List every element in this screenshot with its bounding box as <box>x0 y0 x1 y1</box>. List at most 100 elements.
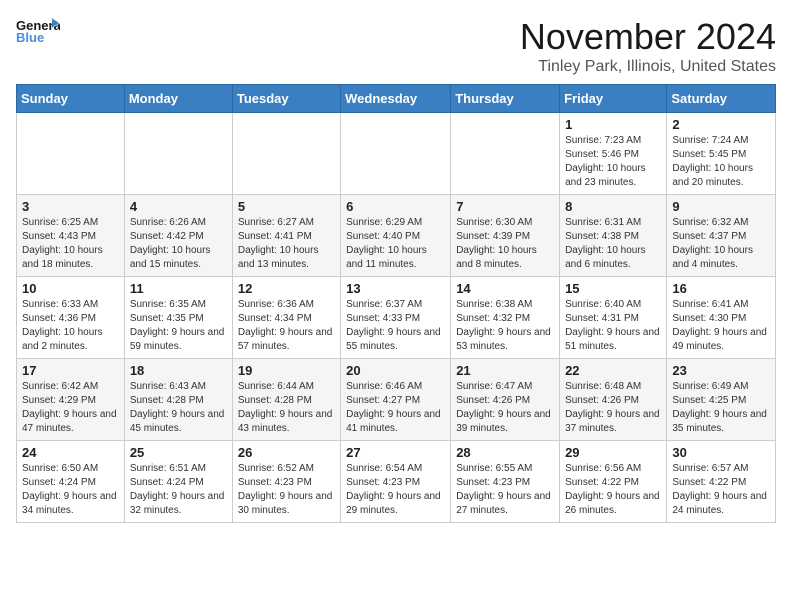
calendar-cell: 3 Sunrise: 6:25 AM Sunset: 4:43 PM Daylig… <box>17 195 125 277</box>
calendar-cell: 23 Sunrise: 6:49 AM Sunset: 4:25 PM Dayli… <box>667 359 776 441</box>
calendar-cell: 16 Sunrise: 6:41 AM Sunset: 4:30 PM Dayli… <box>667 277 776 359</box>
calendar-week-3: 10Sunrise: 6:33 AM Sunset: 4:36 PM Dayli… <box>17 277 776 359</box>
day-info: Sunrise: 6:35 AM Sunset: 4:35 PM Dayligh… <box>130 298 227 354</box>
day-info: Sunrise: 6:41 AM Sunset: 4:30 PM Dayligh… <box>672 298 770 354</box>
calendar-cell: 20 Sunrise: 6:46 AM Sunset: 4:27 PM Dayli… <box>341 359 451 441</box>
weekday-header-row: SundayMondayTuesdayWednesdayThursdayFrid… <box>17 85 776 113</box>
calendar-cell: 4 Sunrise: 6:26 AM Sunset: 4:42 PM Daylig… <box>124 195 232 277</box>
day-info: Sunrise: 6:42 AM Sunset: 4:29 PM Dayligh… <box>22 380 119 436</box>
day-info: Sunrise: 6:46 AM Sunset: 4:27 PM Dayligh… <box>346 380 445 436</box>
day-number: 13 <box>346 281 445 296</box>
calendar-cell: 26Sunrise: 6:52 AM Sunset: 4:23 PM Dayli… <box>232 441 340 523</box>
calendar-cell <box>232 113 340 195</box>
weekday-header-friday: Friday <box>560 85 667 113</box>
calendar-cell <box>17 113 125 195</box>
weekday-header-thursday: Thursday <box>451 85 560 113</box>
day-number: 16 <box>672 281 770 296</box>
day-number: 22 <box>565 363 661 378</box>
calendar-cell: 7Sunrise: 6:30 AM Sunset: 4:39 PM Daylig… <box>451 195 560 277</box>
day-number: 30 <box>672 445 770 460</box>
calendar-cell: 12Sunrise: 6:36 AM Sunset: 4:34 PM Dayli… <box>232 277 340 359</box>
day-info: Sunrise: 6:47 AM Sunset: 4:26 PM Dayligh… <box>456 380 554 436</box>
day-info: Sunrise: 6:50 AM Sunset: 4:24 PM Dayligh… <box>22 462 119 518</box>
day-info: Sunrise: 6:27 AM Sunset: 4:41 PM Dayligh… <box>238 216 335 272</box>
calendar-cell: 21Sunrise: 6:47 AM Sunset: 4:26 PM Dayli… <box>451 359 560 441</box>
day-number: 17 <box>22 363 119 378</box>
day-number: 2 <box>672 117 770 132</box>
day-number: 7 <box>456 199 554 214</box>
calendar-week-2: 3 Sunrise: 6:25 AM Sunset: 4:43 PM Daylig… <box>17 195 776 277</box>
calendar-cell: 25 Sunrise: 6:51 AM Sunset: 4:24 PM Dayli… <box>124 441 232 523</box>
calendar-cell: 17 Sunrise: 6:42 AM Sunset: 4:29 PM Dayli… <box>17 359 125 441</box>
weekday-header-wednesday: Wednesday <box>341 85 451 113</box>
day-info: Sunrise: 6:48 AM Sunset: 4:26 PM Dayligh… <box>565 380 661 436</box>
calendar-cell: 8Sunrise: 6:31 AM Sunset: 4:38 PM Daylig… <box>560 195 667 277</box>
day-info: Sunrise: 6:26 AM Sunset: 4:42 PM Dayligh… <box>130 216 227 272</box>
title-block: November 2024 Tinley Park, Illinois, Uni… <box>520 16 776 76</box>
day-info: Sunrise: 6:57 AM Sunset: 4:22 PM Dayligh… <box>672 462 770 518</box>
calendar-cell <box>451 113 560 195</box>
day-number: 4 <box>130 199 227 214</box>
calendar-week-4: 17 Sunrise: 6:42 AM Sunset: 4:29 PM Dayli… <box>17 359 776 441</box>
day-number: 18 <box>130 363 227 378</box>
day-info: Sunrise: 7:24 AM Sunset: 5:45 PM Dayligh… <box>672 134 770 190</box>
day-info: Sunrise: 6:52 AM Sunset: 4:23 PM Dayligh… <box>238 462 335 518</box>
day-info: Sunrise: 6:33 AM Sunset: 4:36 PM Dayligh… <box>22 298 119 354</box>
weekday-header-sunday: Sunday <box>17 85 125 113</box>
day-number: 12 <box>238 281 335 296</box>
day-number: 1 <box>565 117 661 132</box>
logo: General Blue <box>16 16 60 46</box>
calendar-week-1: 1 Sunrise: 7:23 AM Sunset: 5:46 PM Daylig… <box>17 113 776 195</box>
day-number: 25 <box>130 445 227 460</box>
day-info: Sunrise: 6:38 AM Sunset: 4:32 PM Dayligh… <box>456 298 554 354</box>
day-number: 19 <box>238 363 335 378</box>
calendar-cell: 15 Sunrise: 6:40 AM Sunset: 4:31 PM Dayli… <box>560 277 667 359</box>
calendar-subtitle: Tinley Park, Illinois, United States <box>520 58 776 76</box>
calendar-cell: 9 Sunrise: 6:32 AM Sunset: 4:37 PM Daylig… <box>667 195 776 277</box>
calendar-cell: 2 Sunrise: 7:24 AM Sunset: 5:45 PM Daylig… <box>667 113 776 195</box>
calendar-cell: 11 Sunrise: 6:35 AM Sunset: 4:35 PM Dayli… <box>124 277 232 359</box>
day-info: Sunrise: 6:25 AM Sunset: 4:43 PM Dayligh… <box>22 216 119 272</box>
calendar-cell: 13 Sunrise: 6:37 AM Sunset: 4:33 PM Dayli… <box>341 277 451 359</box>
calendar-cell: 22 Sunrise: 6:48 AM Sunset: 4:26 PM Dayli… <box>560 359 667 441</box>
day-info: Sunrise: 6:54 AM Sunset: 4:23 PM Dayligh… <box>346 462 445 518</box>
day-number: 9 <box>672 199 770 214</box>
calendar-cell: 24Sunrise: 6:50 AM Sunset: 4:24 PM Dayli… <box>17 441 125 523</box>
day-number: 20 <box>346 363 445 378</box>
day-number: 5 <box>238 199 335 214</box>
day-info: Sunrise: 6:29 AM Sunset: 4:40 PM Dayligh… <box>346 216 445 272</box>
day-number: 3 <box>22 199 119 214</box>
calendar-body: 1 Sunrise: 7:23 AM Sunset: 5:46 PM Daylig… <box>17 113 776 523</box>
calendar-cell: 27 Sunrise: 6:54 AM Sunset: 4:23 PM Dayli… <box>341 441 451 523</box>
svg-text:Blue: Blue <box>16 30 44 45</box>
calendar-cell: 6Sunrise: 6:29 AM Sunset: 4:40 PM Daylig… <box>341 195 451 277</box>
day-info: Sunrise: 6:40 AM Sunset: 4:31 PM Dayligh… <box>565 298 661 354</box>
weekday-header-tuesday: Tuesday <box>232 85 340 113</box>
calendar-title: November 2024 <box>520 16 776 58</box>
calendar-cell: 28 Sunrise: 6:55 AM Sunset: 4:23 PM Dayli… <box>451 441 560 523</box>
day-info: Sunrise: 6:55 AM Sunset: 4:23 PM Dayligh… <box>456 462 554 518</box>
day-info: Sunrise: 6:32 AM Sunset: 4:37 PM Dayligh… <box>672 216 770 272</box>
calendar-cell: 14 Sunrise: 6:38 AM Sunset: 4:32 PM Dayli… <box>451 277 560 359</box>
weekday-header-saturday: Saturday <box>667 85 776 113</box>
calendar-table: SundayMondayTuesdayWednesdayThursdayFrid… <box>16 84 776 523</box>
day-info: Sunrise: 6:31 AM Sunset: 4:38 PM Dayligh… <box>565 216 661 272</box>
calendar-cell: 18Sunrise: 6:43 AM Sunset: 4:28 PM Dayli… <box>124 359 232 441</box>
day-number: 15 <box>565 281 661 296</box>
calendar-cell <box>124 113 232 195</box>
day-number: 11 <box>130 281 227 296</box>
calendar-week-5: 24Sunrise: 6:50 AM Sunset: 4:24 PM Dayli… <box>17 441 776 523</box>
day-number: 23 <box>672 363 770 378</box>
day-number: 14 <box>456 281 554 296</box>
calendar-cell: 29 Sunrise: 6:56 AM Sunset: 4:22 PM Dayli… <box>560 441 667 523</box>
day-number: 29 <box>565 445 661 460</box>
day-info: Sunrise: 7:23 AM Sunset: 5:46 PM Dayligh… <box>565 134 661 190</box>
day-info: Sunrise: 6:56 AM Sunset: 4:22 PM Dayligh… <box>565 462 661 518</box>
day-number: 27 <box>346 445 445 460</box>
calendar-cell: 5 Sunrise: 6:27 AM Sunset: 4:41 PM Daylig… <box>232 195 340 277</box>
calendar-cell: 30 Sunrise: 6:57 AM Sunset: 4:22 PM Dayli… <box>667 441 776 523</box>
day-info: Sunrise: 6:49 AM Sunset: 4:25 PM Dayligh… <box>672 380 770 436</box>
day-info: Sunrise: 6:37 AM Sunset: 4:33 PM Dayligh… <box>346 298 445 354</box>
day-info: Sunrise: 6:51 AM Sunset: 4:24 PM Dayligh… <box>130 462 227 518</box>
day-number: 28 <box>456 445 554 460</box>
